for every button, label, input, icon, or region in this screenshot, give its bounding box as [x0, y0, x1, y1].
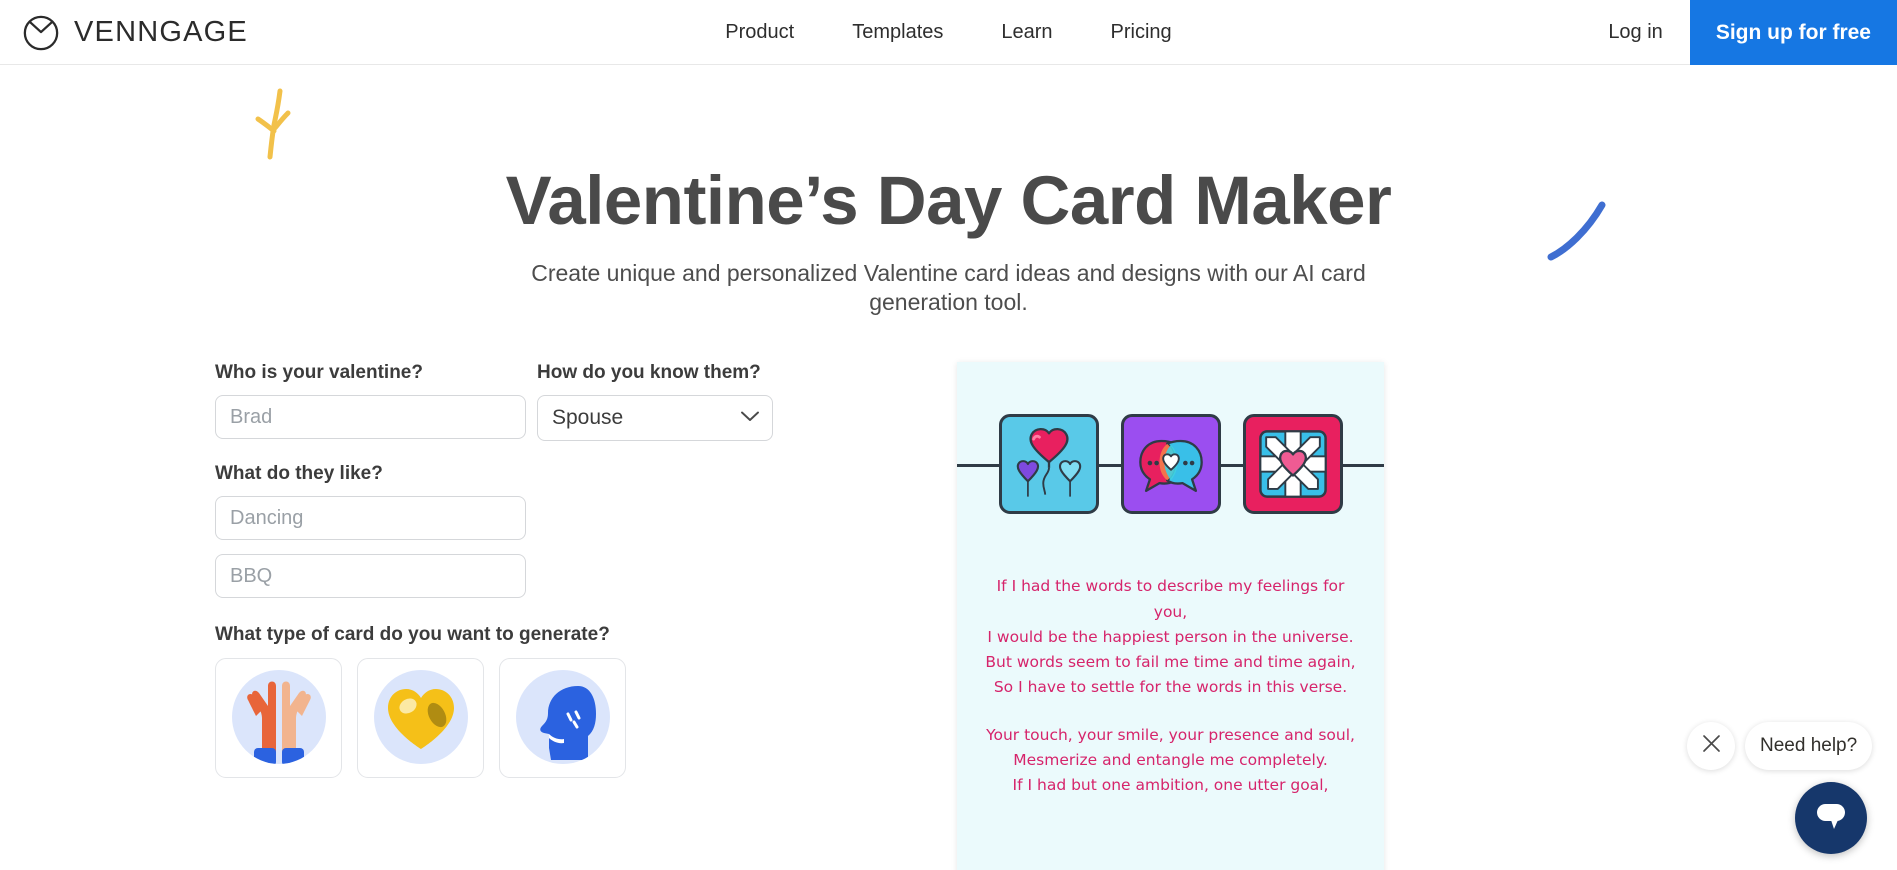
nav-item-learn[interactable]: Learn — [1001, 21, 1052, 44]
poem-line: If I had but one ambition, one utter goa… — [1012, 776, 1329, 795]
site-header: VENNGAGE Product Templates Learn Pricing… — [0, 0, 1897, 65]
relationship-label: How do you know them? — [537, 362, 761, 384]
likes-field-group: What do they like? — [215, 463, 795, 599]
nav-item-product[interactable]: Product — [725, 21, 794, 44]
card-poem: If I had the words to describe my feelin… — [957, 574, 1384, 798]
poem-line: Your touch, your smile, your presence an… — [986, 725, 1355, 744]
brand-logo[interactable]: VENNGAGE — [22, 0, 248, 65]
speech-bubbles-heart-icon — [1120, 414, 1221, 515]
valentine-field-group: Who is your valentine? — [215, 362, 526, 441]
chat-prompt-label[interactable]: Need help? — [1745, 722, 1873, 770]
brand-name: VENNGAGE — [74, 16, 248, 48]
likes-input-1[interactable] — [215, 496, 526, 541]
nav-item-templates[interactable]: Templates — [852, 21, 943, 44]
login-link[interactable]: Log in — [1608, 21, 1663, 44]
card-preview-column: If I had the words to describe my feelin… — [957, 362, 1384, 870]
relationship-selected-value: Spouse — [552, 406, 624, 430]
likes-inputs — [215, 496, 526, 599]
hero-section: Valentine’s Day Card Maker Create unique… — [0, 65, 1897, 316]
funny-card-option[interactable] — [499, 658, 626, 779]
gift-box-heart-icon — [1242, 414, 1343, 515]
poem-stanza-2: Your touch, your smile, your presence an… — [983, 723, 1358, 799]
card-preview-icon-band — [957, 408, 1384, 520]
poem-line: Mesmerize and entangle me completely. — [1013, 750, 1328, 769]
main-content: Who is your valentine? How do you know t… — [0, 362, 1897, 870]
card-type-group: What type of card do you want to generat… — [215, 624, 795, 779]
likes-label: What do they like? — [215, 463, 383, 485]
page-subtitle: Create unique and personalized Valentine… — [531, 260, 1366, 315]
heart-balloons-icon — [998, 414, 1099, 515]
header-actions: Log in Sign up for free — [1608, 0, 1897, 65]
yellow-heart-icon — [373, 670, 468, 765]
card-type-label: What type of card do you want to generat… — [215, 624, 610, 646]
speaking-head-icon — [515, 670, 610, 765]
poem-line: But words seem to fail me time and time … — [985, 653, 1356, 672]
friendly-card-option[interactable] — [215, 658, 342, 779]
chat-close-button[interactable] — [1687, 722, 1735, 770]
card-preview-tiles — [998, 414, 1343, 515]
poem-line: So I have to settle for the words in thi… — [993, 678, 1348, 697]
high-five-hands-icon — [231, 670, 326, 765]
relationship-select[interactable]: Spouse — [537, 395, 773, 442]
chat-bubble-icon — [1814, 800, 1848, 837]
card-preview[interactable]: If I had the words to describe my feelin… — [957, 362, 1384, 870]
valentine-label: Who is your valentine? — [215, 362, 423, 384]
card-type-options — [215, 658, 795, 779]
likes-input-2[interactable] — [215, 554, 526, 599]
love-card-option[interactable] — [357, 658, 484, 779]
swoosh-doodle-icon — [1545, 195, 1615, 265]
valentine-input[interactable] — [215, 395, 526, 440]
signup-button[interactable]: Sign up for free — [1689, 0, 1897, 65]
card-generator-form: Who is your valentine? How do you know t… — [215, 362, 795, 779]
chat-bubble-button[interactable] — [1795, 782, 1867, 854]
relationship-select-wrap: Spouse — [537, 395, 773, 442]
form-row-1: Who is your valentine? How do you know t… — [215, 362, 795, 442]
nav-item-pricing[interactable]: Pricing — [1111, 21, 1172, 44]
poem-line: If I had the words to describe my feelin… — [996, 577, 1345, 621]
poem-line: I would be the happiest person in the un… — [987, 627, 1354, 646]
poem-stanza-1: If I had the words to describe my feelin… — [983, 574, 1358, 700]
close-icon — [1702, 734, 1721, 758]
relationship-field-group: How do you know them? Spouse — [537, 362, 773, 442]
venngage-circle-logo-icon — [22, 14, 60, 52]
sparkle-doodle-icon — [250, 85, 302, 163]
